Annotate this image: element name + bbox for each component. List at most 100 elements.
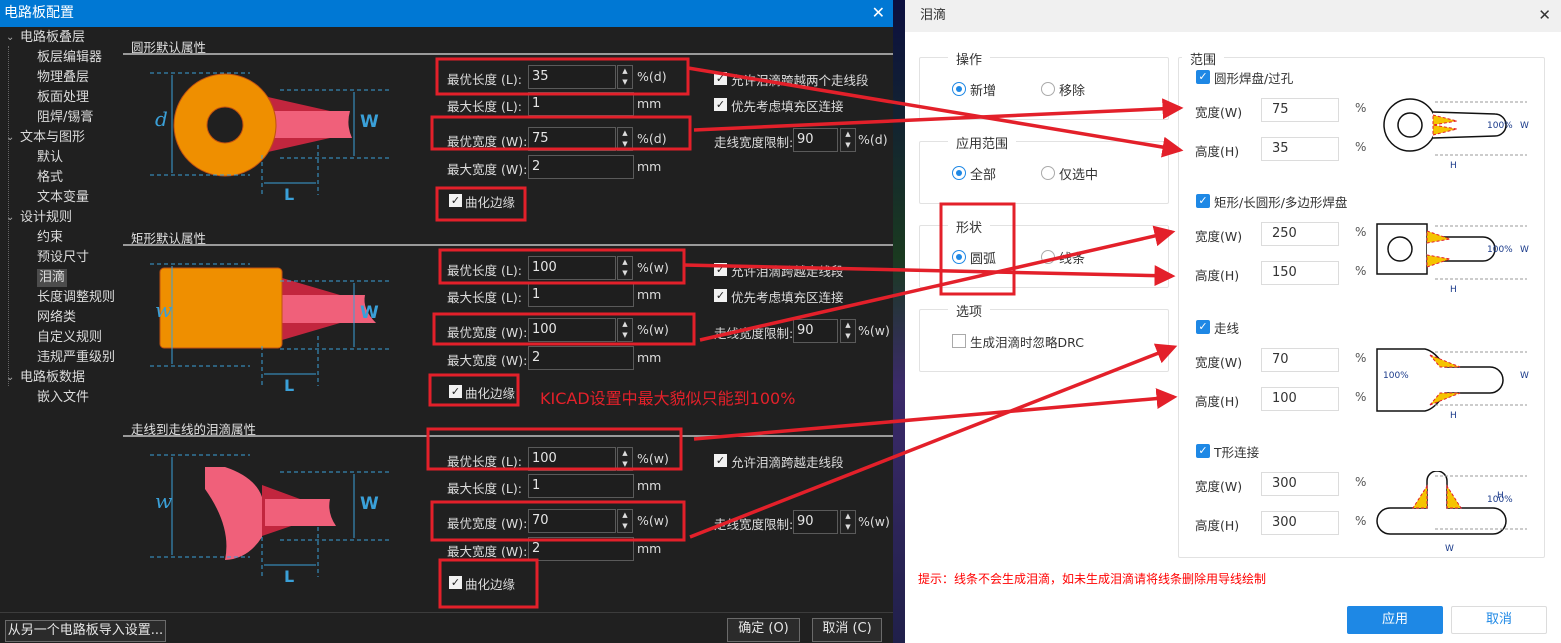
track-width-limit-label: 走线宽度限制:: [714, 517, 794, 532]
ignore-drc-checkbox[interactable]: [952, 334, 966, 348]
tree-item[interactable]: 电路板数据: [20, 369, 85, 387]
option-checkbox[interactable]: ✓: [714, 72, 727, 85]
tree-item[interactable]: 板层编辑器: [37, 49, 102, 67]
radio-button[interactable]: [952, 250, 966, 264]
spin-button[interactable]: ▲ ▼: [617, 509, 633, 533]
track-width-limit-input[interactable]: 90: [793, 319, 838, 343]
group-title: 形状: [948, 217, 991, 236]
max-length-input[interactable]: 1: [528, 283, 634, 307]
group-title: 范围: [1182, 49, 1225, 68]
width-label: 宽度(W): [1195, 355, 1243, 370]
unit-label: %(d): [858, 132, 888, 147]
close-button[interactable]: ✕: [1538, 6, 1551, 24]
track-width-limit-input[interactable]: 90: [793, 128, 838, 152]
tree-item[interactable]: 阻焊/锡膏: [37, 109, 93, 127]
spin-button[interactable]: ▲ ▼: [840, 128, 856, 152]
cancel-button[interactable]: 取消: [1451, 606, 1547, 634]
option-checkbox[interactable]: ✓: [714, 263, 727, 276]
spin-button[interactable]: ▲ ▼: [617, 65, 633, 89]
spin-button[interactable]: ▲ ▼: [617, 256, 633, 280]
spin-button[interactable]: ▲ ▼: [617, 318, 633, 342]
width-label: 宽度(W): [1195, 229, 1243, 244]
h-label: H: [1497, 491, 1504, 501]
curve-edges-checkbox[interactable]: ✓: [449, 385, 462, 398]
tree-item[interactable]: 格式: [37, 169, 63, 187]
width-input[interactable]: 250: [1261, 222, 1339, 246]
tree-item[interactable]: 板面处理: [37, 89, 89, 107]
tree-item[interactable]: 约束: [37, 229, 63, 247]
import-settings-button[interactable]: 从另一个电路板导入设置...: [5, 620, 166, 642]
diagram-label-d: w: [155, 298, 173, 322]
tree-item[interactable]: 文本与图形: [20, 129, 85, 147]
radio-button[interactable]: [1041, 166, 1055, 180]
height-input[interactable]: 100: [1261, 387, 1339, 411]
option-checkbox[interactable]: ✓: [714, 289, 727, 302]
tree-item[interactable]: 长度调整规则: [37, 289, 115, 307]
best-width-input[interactable]: 70: [528, 509, 616, 533]
tree-item[interactable]: 默认: [37, 149, 63, 167]
best-width-input[interactable]: 75: [528, 127, 616, 151]
ok-button[interactable]: 确定 (O): [727, 618, 800, 642]
scope-checkbox[interactable]: ✓: [1196, 70, 1210, 84]
tree-item[interactable]: 电路板叠层: [20, 29, 85, 47]
tree-item[interactable]: 嵌入文件: [37, 389, 89, 407]
max-length-input[interactable]: 1: [528, 92, 634, 116]
track-width-limit-input[interactable]: 90: [793, 510, 838, 534]
tree-item[interactable]: 违规严重级别: [37, 349, 115, 367]
radio-button[interactable]: [1041, 82, 1055, 96]
spin-button[interactable]: ▲ ▼: [617, 127, 633, 151]
option-checkbox[interactable]: ✓: [714, 454, 727, 467]
best-width-input[interactable]: 100: [528, 318, 616, 342]
tree-item[interactable]: 泪滴: [37, 269, 68, 287]
percent-label: 100%: [1487, 245, 1513, 255]
height-label: 高度(H): [1195, 518, 1240, 533]
max-width-input[interactable]: 2: [528, 537, 634, 561]
spin-button[interactable]: ▲ ▼: [840, 510, 856, 534]
teardrop-preview-diagram: [1376, 348, 1527, 412]
unit-label: mm: [637, 541, 662, 556]
unit-label: mm: [637, 159, 662, 174]
height-input[interactable]: 300: [1261, 511, 1339, 535]
radio-button[interactable]: [952, 82, 966, 96]
spin-button[interactable]: ▲ ▼: [840, 319, 856, 343]
close-button[interactable]: ✕: [872, 0, 885, 26]
option-checkbox[interactable]: ✓: [714, 98, 727, 111]
best-length-input[interactable]: 100: [528, 447, 616, 471]
tree-item[interactable]: 物理叠层: [37, 69, 89, 87]
scope-checkbox[interactable]: ✓: [1196, 444, 1210, 458]
unit-label: %(w): [637, 322, 669, 337]
apply-button[interactable]: 应用: [1347, 606, 1443, 634]
unit-label: %(w): [637, 513, 669, 528]
tree-item[interactable]: 文本变量: [37, 189, 89, 207]
max-width-input[interactable]: 2: [528, 346, 634, 370]
curve-edges-checkbox[interactable]: ✓: [449, 576, 462, 589]
tree-item[interactable]: 自定义规则: [37, 329, 102, 347]
teardrop-dialog: 泪滴 ✕ 操作 新增 移除 应用范围 全部 仅选中 形状 圆弧 线条 选项 生成泪滴时忽略DRC 范围…: [905, 0, 1561, 643]
tree-item[interactable]: 网络类: [37, 309, 76, 327]
max-width-input[interactable]: 2: [528, 155, 634, 179]
tree-item[interactable]: 预设尺寸: [37, 249, 89, 267]
scope-checkbox[interactable]: ✓: [1196, 320, 1210, 334]
radio-label: 新增: [970, 84, 997, 99]
height-label: 高度(H): [1195, 144, 1240, 159]
radio-button[interactable]: [1041, 250, 1055, 264]
dialog-title: 泪滴: [905, 0, 1561, 32]
chevron-down-icon[interactable]: ⌄: [6, 32, 14, 43]
cancel-button[interactable]: 取消 (C): [812, 618, 882, 642]
best-length-input[interactable]: 100: [528, 256, 616, 280]
radio-button[interactable]: [952, 166, 966, 180]
spin-button[interactable]: ▲ ▼: [617, 447, 633, 471]
section-divider: [123, 244, 893, 246]
width-input[interactable]: 300: [1261, 472, 1339, 496]
best-length-input[interactable]: 35: [528, 65, 616, 89]
board-setup-dialog: 电路板配置 ✕ ⌄ 电路板叠层 板层编辑器 物理叠层 板面处理 阻焊/锡膏 ⌄ 文本与图形 默认…: [0, 0, 893, 643]
tree-guide: [8, 46, 9, 386]
tree-item[interactable]: 设计规则: [20, 209, 72, 227]
width-input[interactable]: 75: [1261, 98, 1339, 122]
scope-checkbox[interactable]: ✓: [1196, 194, 1210, 208]
max-length-input[interactable]: 1: [528, 474, 634, 498]
curve-edges-checkbox[interactable]: ✓: [449, 194, 462, 207]
height-input[interactable]: 150: [1261, 261, 1339, 285]
width-input[interactable]: 70: [1261, 348, 1339, 372]
height-input[interactable]: 35: [1261, 137, 1339, 161]
